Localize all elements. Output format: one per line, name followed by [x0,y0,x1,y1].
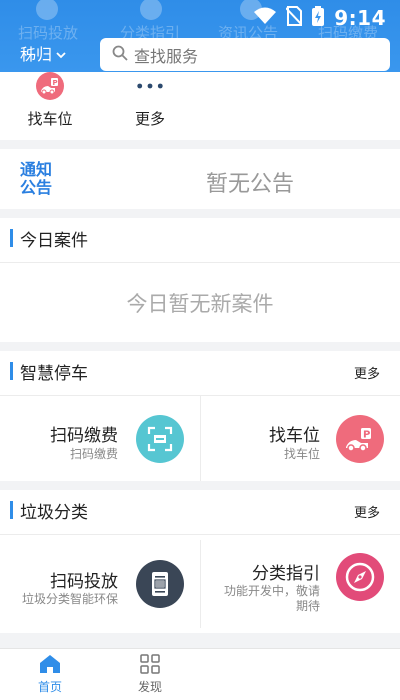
no-sim-icon [285,6,303,30]
tab-home[interactable]: 首页 [20,653,80,695]
quick-action-label: 更多 [134,110,165,128]
more-dots-icon [136,72,164,100]
notice-bar[interactable]: 通知 公告 暂无公告 [0,149,400,209]
quick-action-label: 找车位 [27,110,73,128]
quick-actions: P 找车位 更多 [0,72,400,140]
battery-charging-icon [312,6,325,30]
section-title: 垃圾分类 [10,500,88,523]
notice-text: 暂无公告 [205,172,294,197]
section-title-text: 今日案件 [20,230,88,251]
tile-scan-dispose[interactable]: 扫码投放 垃圾分类智能环保 [0,535,200,633]
wifi-icon [254,7,277,29]
more-link[interactable]: 更多 [354,363,380,382]
section-accent-bar [10,362,13,380]
chevron-down-icon [56,44,66,63]
section-accent-bar [10,501,13,519]
tile-find-parking[interactable]: 找车位 找车位 P [201,396,400,481]
search-icon [112,45,128,65]
divider [0,262,400,263]
tile-title: 扫码缴费 [50,426,118,446]
section-title-text: 垃圾分类 [20,502,88,523]
more-link[interactable]: 更多 [354,502,380,521]
tile-subtitle: 垃圾分类智能环保 [21,592,118,606]
city-label: 秭归 [20,45,53,64]
discover-grid-icon [139,653,161,675]
garbage-sorting-section: 垃圾分类 更多 扫码投放 垃圾分类智能环保 分类指引 功能开发中，敬请 期待 [0,490,400,633]
search-placeholder: 查找服务 [134,46,199,66]
tile-title: 扫码投放 [50,572,118,592]
smart-parking-section: 智慧停车 更多 扫码缴费 扫码缴费 找车位 找车位 P [0,351,400,481]
compass-icon [336,553,384,601]
tile-title: 分类指引 [252,564,320,584]
section-accent-bar [10,229,13,247]
top-header: 扫码投放 分类指引 资讯公告 扫码缴费 9:14 秭归 查找服务 [0,0,400,72]
status-time: 9:14 [334,6,386,30]
empty-state-text: 今日暂无新案件 [126,292,274,316]
tile-subtitle: 找车位 [283,447,320,461]
quick-action-more[interactable]: 更多 [115,72,185,129]
tab-label: 首页 [37,680,62,694]
section-title: 今日案件 [10,228,88,251]
scan-bin-icon [136,560,184,608]
tile-title: 找车位 [269,426,320,446]
bottom-tab-bar: 首页 发现 [0,648,400,700]
svg-text:P: P [363,430,370,441]
quick-action-find-parking[interactable]: P 找车位 [15,72,85,129]
tile-sorting-guide[interactable]: 分类指引 功能开发中，敬请 期待 [201,535,400,633]
ghost-label: 扫码投放 [18,24,79,42]
city-selector[interactable]: 秭归 [20,41,66,65]
ghost-icon [140,0,162,20]
parking-car-icon: P [336,415,384,463]
section-title: 智慧停车 [10,361,88,384]
today-cases-section: 今日案件 今日暂无新案件 [0,218,400,342]
parking-car-icon: P [36,72,64,100]
status-bar: 9:14 [254,6,386,30]
svg-text:P: P [53,79,58,87]
tile-subtitle: 期待 [295,599,320,613]
section-title-text: 智慧停车 [20,363,88,384]
search-input[interactable]: 查找服务 [100,38,390,71]
home-icon [39,653,61,675]
tab-discover[interactable]: 发现 [120,653,180,695]
scan-pay-icon [136,415,184,463]
tab-label: 发现 [137,680,162,694]
tile-subtitle: 扫码缴费 [69,447,118,461]
tile-scan-pay[interactable]: 扫码缴费 扫码缴费 [0,396,200,481]
ghost-icon [36,0,58,20]
